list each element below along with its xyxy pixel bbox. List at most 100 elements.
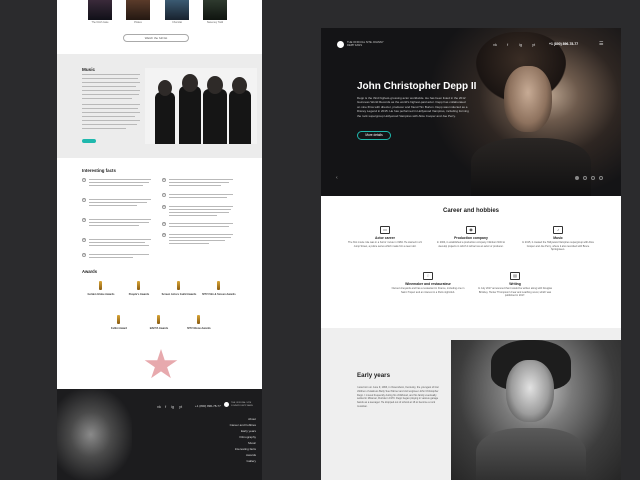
early-years-photo [451,340,621,480]
header-phone[interactable]: +1 (800) 896-78-77 [549,42,578,46]
text-line [82,124,137,126]
footer-nav-item[interactable]: Filmography [239,435,256,439]
figure-head [182,74,198,92]
award-name: Golden Globe Awards [87,293,115,296]
trophy-icon [99,281,102,290]
text-line [169,243,209,245]
early-years-section: Early years I was born on June 9, 1963, … [321,328,621,480]
career-text: In 2015, it created the Hollywood Vampir… [522,241,594,252]
hero-title: John Christopher Depp II [357,81,477,92]
slider-dot[interactable] [591,176,595,180]
instagram-icon[interactable]: ig [519,42,522,47]
footer-nav-item[interactable]: Interesting facts [235,447,256,451]
footer-phone[interactable]: +1 (800) 896-78-77 [195,404,221,408]
early-years-text: I was born on June 9, 1963, in Owensboro… [357,386,439,408]
figure [155,92,175,144]
award-name: Screen Actors Guild Awards [161,293,197,296]
slider-prev-arrow-icon[interactable]: ‹ [336,175,338,181]
poster-image[interactable] [126,0,150,20]
text-line [169,194,233,196]
footer-nav-item[interactable]: Gallery [246,459,256,463]
early-photo-shirt [476,428,586,480]
music-section: Music [57,54,262,158]
music-more-button[interactable] [82,139,96,143]
figure-head [207,76,223,94]
fact-number: 2 [82,198,86,202]
more-details-button[interactable]: More details [357,131,391,140]
career-label: Music [553,236,563,240]
instagram-icon[interactable]: ig [171,404,174,409]
facts-title: Interesting facts [82,168,116,173]
text-line [82,104,140,106]
figure [203,89,227,144]
award-name: MTV Movie Awards [187,327,211,330]
poster-image[interactable] [203,0,227,20]
text-line [89,219,151,221]
slider-dot[interactable] [599,176,603,180]
facebook-icon[interactable]: f [507,42,508,47]
text-line [169,223,233,225]
text-line [169,237,231,239]
trophy-icon [197,315,200,324]
logo-icon[interactable] [224,402,229,407]
text-line [169,226,229,228]
award-name: People's Awards [128,293,150,296]
hero-text: Depp is the third highest-grossing actor… [357,96,469,118]
text-line [82,86,136,88]
poster-image[interactable] [165,0,189,20]
footer-nav-item[interactable]: Early years [241,429,256,433]
text-line [82,98,132,100]
fact-number: 9 [162,222,166,226]
footer-nav-item[interactable]: Awards [246,453,256,457]
text-line [89,222,149,224]
facebook-icon[interactable]: f [165,404,166,409]
fact-number: 10 [162,233,166,237]
career-text: The first movie role was in a horror mov… [348,241,422,248]
guitar-icon: ♪ [553,226,563,234]
text-line [169,215,217,217]
text-line [89,225,139,227]
glass-icon: ♢ [423,272,433,280]
logo-icon[interactable] [337,41,344,48]
text-line [82,90,140,92]
text-line [89,239,151,241]
slider-dot[interactable] [583,176,587,180]
footer: vk f ig yt +1 (800) 896-78-77 THE OFFICI… [57,389,262,480]
vk-icon[interactable]: vk [157,404,161,409]
figure [229,90,251,144]
music-title: Music [82,67,96,72]
text-line [82,78,138,80]
vk-icon[interactable]: vk [493,42,497,47]
text-line [89,179,151,181]
text-line [89,185,143,187]
award-name: Fellini Award [111,327,127,330]
text-line [82,128,126,130]
text-line [89,257,133,259]
text-line [89,205,137,207]
footer-nav-item[interactable]: Career and hobbies [230,423,256,427]
footer-nav-item[interactable]: About [248,417,256,421]
career-text: In 2004, it established a production com… [436,241,506,248]
youtube-icon[interactable]: yt [532,42,535,47]
poster-caption: Pirates [134,21,142,24]
slider-dot[interactable] [575,176,579,180]
career-text: In July 2017 announced that it would be … [478,287,552,298]
text-line [169,234,233,236]
film-icon: ▭ [380,226,390,234]
poster-image[interactable] [88,0,112,20]
youtube-icon[interactable]: yt [179,404,182,409]
text-line [169,209,231,211]
fact-number: 1 [82,178,86,182]
text-line [169,179,233,181]
figure-head [158,80,172,96]
watch-full-list-button[interactable]: Watch the full list [123,34,189,42]
footer-nav-item[interactable]: Music [248,441,256,445]
poster-caption: Sweeney Todd [206,21,224,24]
early-years-title: Early years [357,372,391,379]
hero-shirt [471,138,591,196]
poster-caption: Chocolat [172,21,182,24]
text-line [82,120,140,122]
trophy-icon [157,315,160,324]
menu-icon[interactable]: ☰ [599,41,603,47]
text-line [169,206,233,208]
